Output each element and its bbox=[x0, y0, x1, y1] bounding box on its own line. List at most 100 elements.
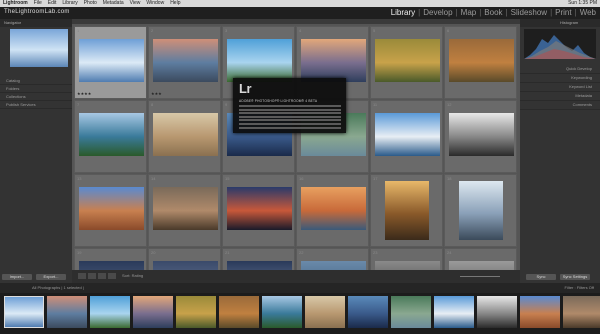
filmstrip-thumbnail[interactable] bbox=[391, 296, 431, 328]
filmstrip-filter[interactable]: Filter : Filters Off bbox=[564, 283, 594, 293]
filmstrip-thumbnail[interactable] bbox=[563, 296, 600, 328]
left-panel-section[interactable]: Catalog bbox=[0, 77, 72, 85]
filmstrip-thumbnail[interactable] bbox=[262, 296, 302, 328]
histogram-header[interactable]: Histogram bbox=[520, 19, 600, 27]
module-map[interactable]: Map bbox=[461, 8, 477, 17]
photo-thumbnail[interactable] bbox=[375, 113, 440, 156]
module-web[interactable]: Web bbox=[580, 8, 596, 17]
grid-cell[interactable]: 16 bbox=[296, 174, 369, 247]
photo-thumbnail[interactable] bbox=[385, 181, 429, 240]
left-panel-section[interactable]: Publish Services bbox=[0, 101, 72, 109]
menubar-item[interactable]: Library bbox=[59, 0, 80, 7]
photo-thumbnail[interactable] bbox=[449, 261, 514, 270]
photo-thumbnail[interactable] bbox=[153, 113, 218, 156]
filmstrip-thumbnail[interactable] bbox=[477, 296, 517, 328]
module-book[interactable]: Book bbox=[484, 8, 502, 17]
right-panel-footer: Sync Sync Settings bbox=[526, 274, 590, 280]
left-panel-section[interactable]: Collections bbox=[0, 93, 72, 101]
photo-thumbnail[interactable] bbox=[153, 187, 218, 230]
import-button[interactable]: Import... bbox=[2, 274, 32, 280]
menubar-item[interactable]: Edit bbox=[45, 0, 60, 7]
photo-thumbnail[interactable] bbox=[79, 113, 144, 156]
photo-thumbnail[interactable] bbox=[79, 39, 144, 82]
photo-thumbnail[interactable] bbox=[375, 39, 440, 82]
module-slideshow[interactable]: Slideshow bbox=[511, 8, 547, 17]
star-rating[interactable]: ★★★★ bbox=[77, 91, 91, 96]
grid-view-icon[interactable] bbox=[78, 273, 86, 279]
photo-thumbnail[interactable] bbox=[227, 261, 292, 270]
photo-thumbnail[interactable] bbox=[79, 261, 144, 270]
grid-cell[interactable]: 1 ★★★★ bbox=[74, 26, 147, 99]
grid-toolbar: Sort: Rating bbox=[72, 270, 520, 283]
right-panel-section[interactable]: Quick Develop bbox=[520, 65, 600, 74]
filmstrip-thumbnail[interactable] bbox=[305, 296, 345, 328]
grid-cell[interactable]: 24 bbox=[444, 248, 517, 270]
menubar-item[interactable]: View bbox=[127, 0, 144, 7]
star-rating[interactable]: ★★★ bbox=[151, 91, 162, 96]
menubar-item[interactable]: Lightroom bbox=[0, 0, 31, 7]
loupe-view-icon[interactable] bbox=[88, 273, 96, 279]
filmstrip-thumbnail[interactable] bbox=[219, 296, 259, 328]
filmstrip-thumbnail[interactable] bbox=[348, 296, 388, 328]
filmstrip-thumbnail[interactable] bbox=[47, 296, 87, 328]
filmstrip-thumbnail[interactable] bbox=[520, 296, 560, 328]
filmstrip-thumbnail[interactable] bbox=[90, 296, 130, 328]
grid-cell[interactable]: 19 bbox=[74, 248, 147, 270]
menubar-item[interactable]: Metadata bbox=[100, 0, 127, 7]
grid-cell[interactable]: 18 bbox=[444, 174, 517, 247]
module-print[interactable]: Print bbox=[555, 8, 571, 17]
right-panel-section[interactable]: Keywording bbox=[520, 74, 600, 83]
grid-cell[interactable]: 12 bbox=[444, 100, 517, 173]
photo-thumbnail[interactable] bbox=[153, 261, 218, 270]
navigator-header[interactable]: Navigator bbox=[0, 19, 72, 27]
grid-cell[interactable]: 7 bbox=[74, 100, 147, 173]
export-button[interactable]: Export... bbox=[36, 274, 66, 280]
left-panel-section[interactable]: Folders bbox=[0, 85, 72, 93]
grid-cell[interactable]: 6 bbox=[444, 26, 517, 99]
grid-cell[interactable]: 22 bbox=[296, 248, 369, 270]
photo-thumbnail[interactable] bbox=[301, 39, 366, 82]
right-panel: Histogram Quick Develop Keywording Keyword… bbox=[520, 19, 600, 283]
navigator-preview[interactable] bbox=[10, 29, 68, 67]
photo-thumbnail[interactable] bbox=[153, 39, 218, 82]
grid-cell[interactable]: 21 bbox=[222, 248, 295, 270]
right-panel-section[interactable]: Comments bbox=[520, 101, 600, 110]
photo-thumbnail[interactable] bbox=[227, 187, 292, 230]
photo-thumbnail[interactable] bbox=[375, 261, 440, 270]
grid-cell[interactable]: 23 bbox=[370, 248, 443, 270]
grid-cell[interactable]: 13 bbox=[74, 174, 147, 247]
sort-control[interactable]: Sort: Rating bbox=[122, 273, 143, 278]
thumbnail-size-slider[interactable] bbox=[460, 276, 500, 277]
filmstrip-thumbnail[interactable] bbox=[434, 296, 474, 328]
filmstrip-thumbnail[interactable] bbox=[4, 296, 44, 328]
photo-thumbnail[interactable] bbox=[459, 181, 503, 240]
sync-settings-button[interactable]: Sync Settings bbox=[560, 274, 590, 280]
grid-cell[interactable]: 2 ★★★ bbox=[148, 26, 221, 99]
photo-thumbnail[interactable] bbox=[227, 39, 292, 82]
photo-thumbnail[interactable] bbox=[79, 187, 144, 230]
menubar-item[interactable]: File bbox=[31, 0, 45, 7]
survey-view-icon[interactable] bbox=[108, 273, 116, 279]
grid-cell[interactable]: 15 bbox=[222, 174, 295, 247]
compare-view-icon[interactable] bbox=[98, 273, 106, 279]
module-develop[interactable]: Develop bbox=[423, 8, 452, 17]
grid-cell[interactable]: 20 bbox=[148, 248, 221, 270]
module-library[interactable]: Library bbox=[391, 8, 415, 17]
grid-cell[interactable]: 14 bbox=[148, 174, 221, 247]
menubar-item[interactable]: Photo bbox=[81, 0, 100, 7]
right-panel-section[interactable]: Metadata bbox=[520, 92, 600, 101]
photo-thumbnail[interactable] bbox=[449, 113, 514, 156]
grid-cell[interactable]: 5 bbox=[370, 26, 443, 99]
right-panel-section[interactable]: Keyword List bbox=[520, 83, 600, 92]
grid-cell[interactable]: 11 bbox=[370, 100, 443, 173]
photo-thumbnail[interactable] bbox=[449, 39, 514, 82]
filmstrip-thumbnail[interactable] bbox=[176, 296, 216, 328]
grid-cell[interactable]: 8 bbox=[148, 100, 221, 173]
photo-thumbnail[interactable] bbox=[301, 261, 366, 270]
menubar-item[interactable]: Window bbox=[143, 0, 167, 7]
photo-thumbnail[interactable] bbox=[301, 187, 366, 230]
menubar-item[interactable]: Help bbox=[167, 0, 183, 7]
grid-cell[interactable]: 17 bbox=[370, 174, 443, 247]
filmstrip-thumbnail[interactable] bbox=[133, 296, 173, 328]
sync-button[interactable]: Sync bbox=[526, 274, 556, 280]
